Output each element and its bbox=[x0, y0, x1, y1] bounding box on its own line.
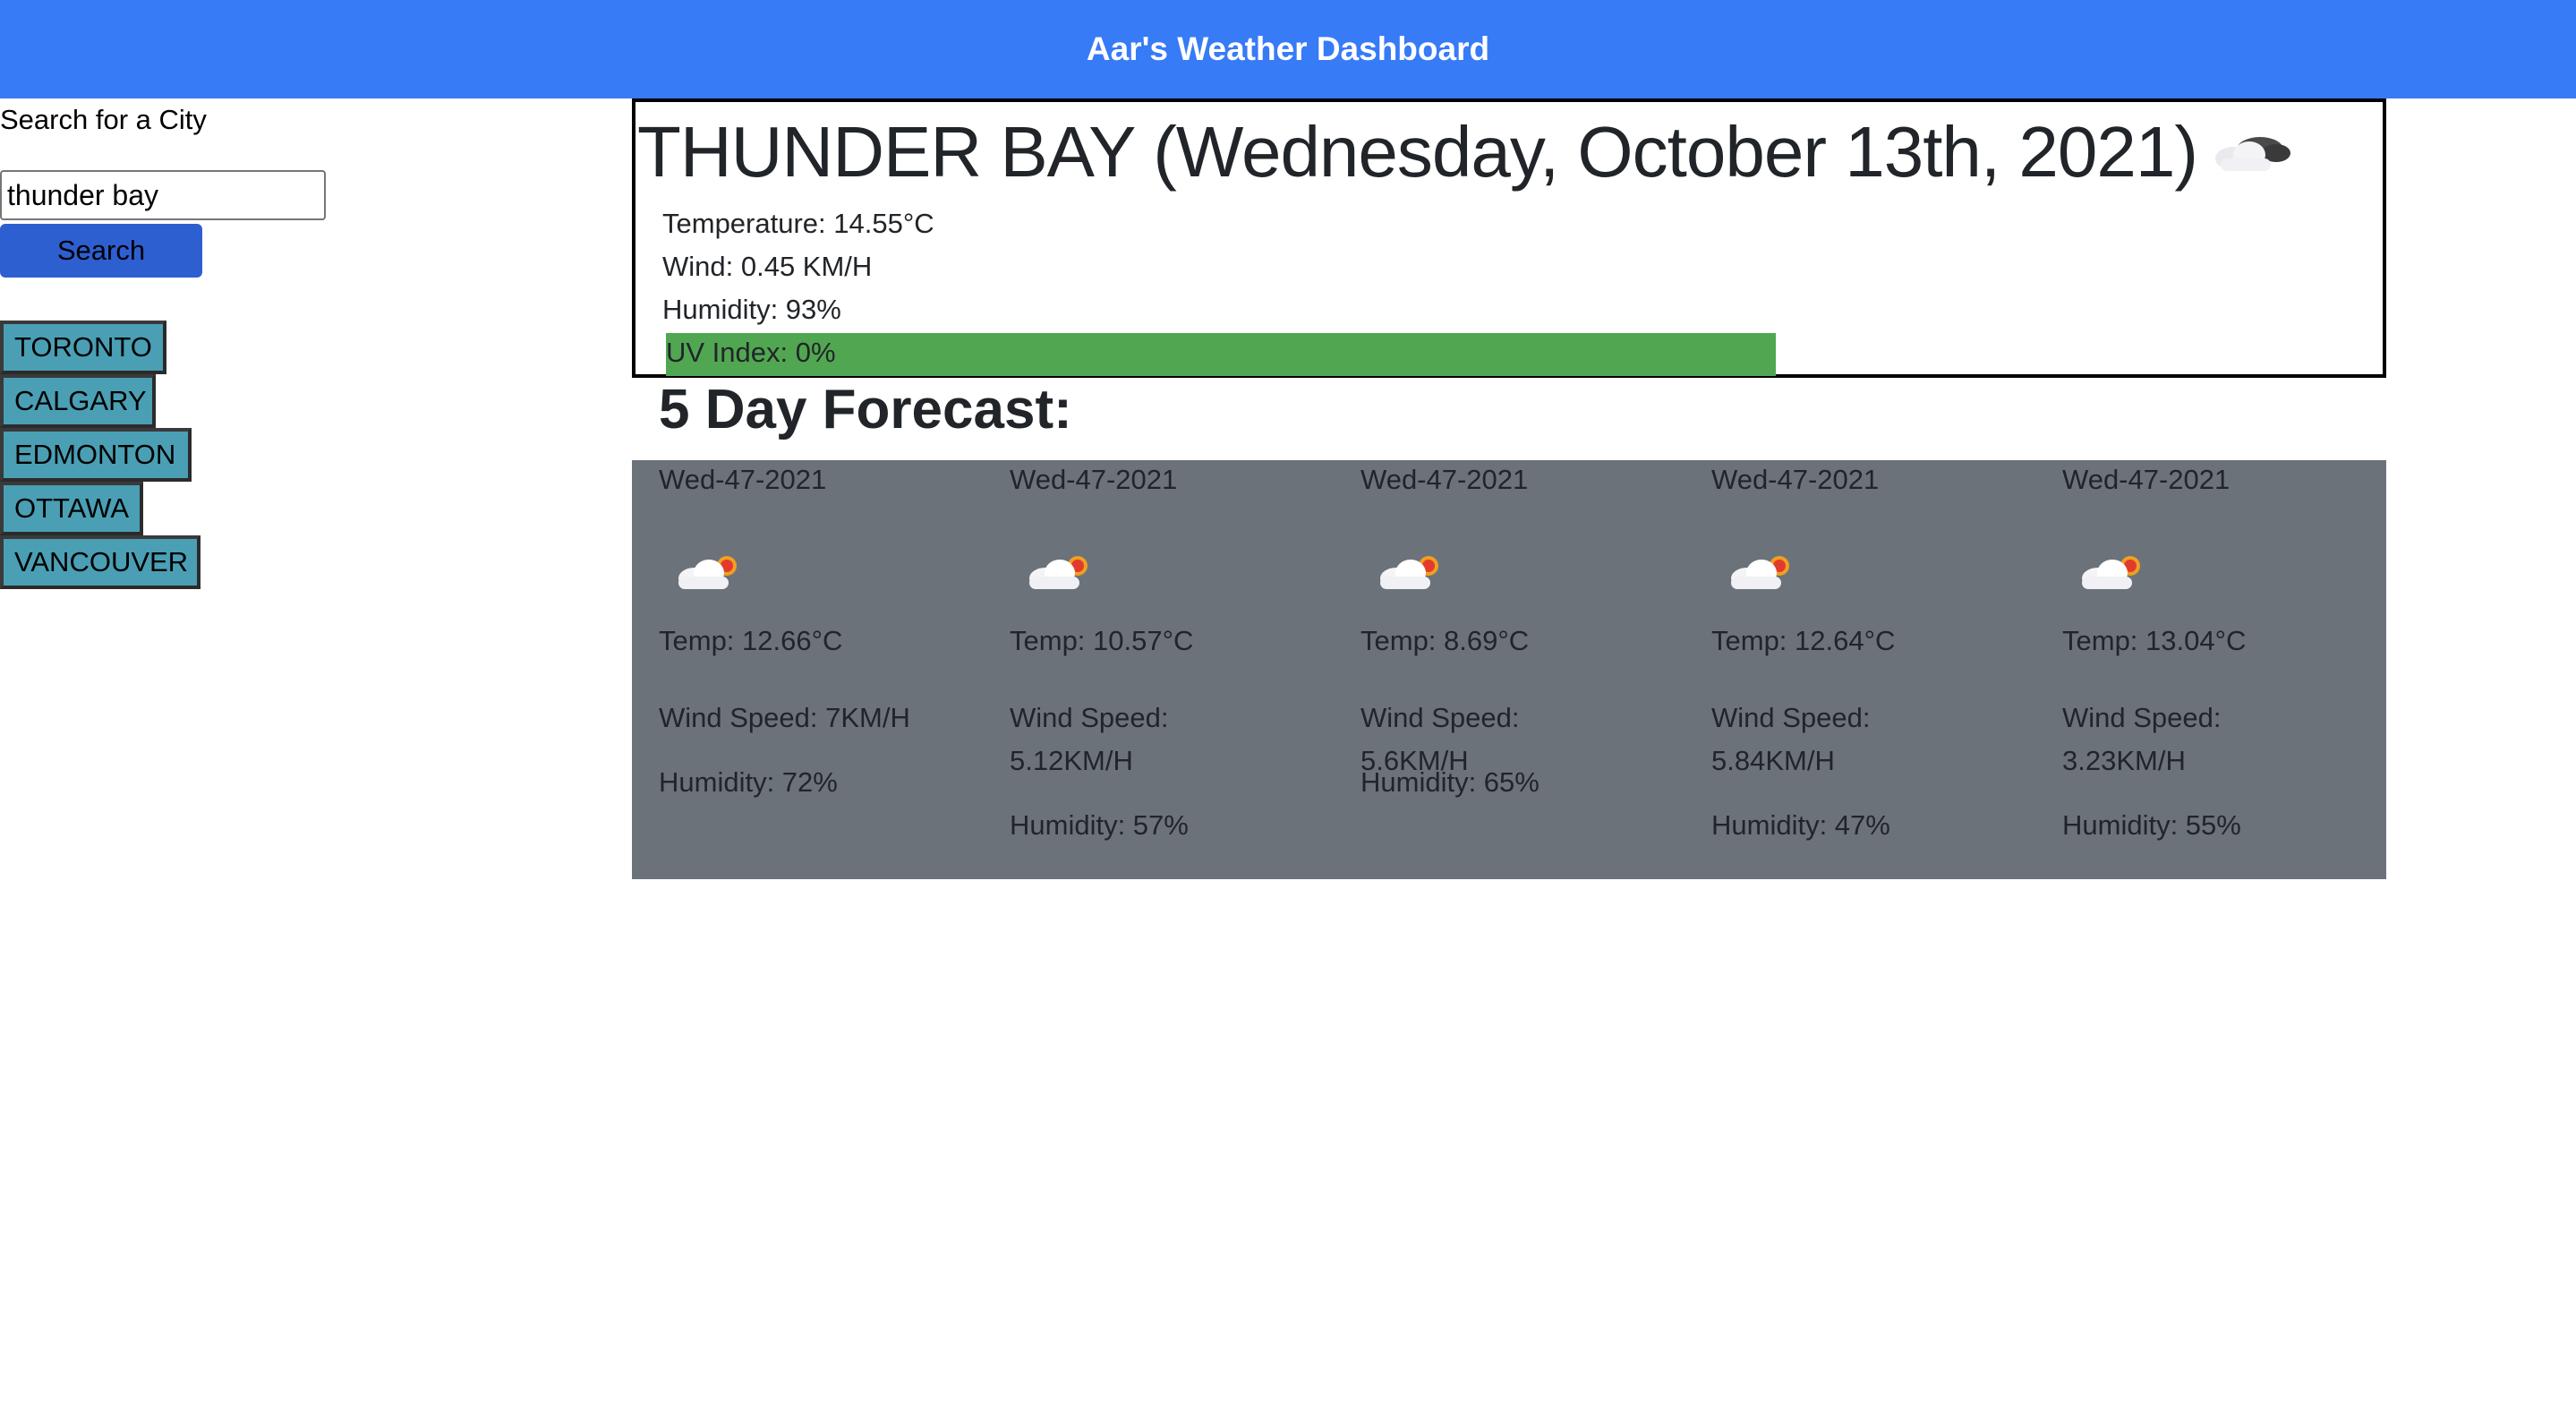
forecast-card: Wed-47-2021 Temp: 8.69°C Wind Speed: 5.6… bbox=[1334, 460, 1674, 879]
forecast-temp: Temp: 12.66°C bbox=[659, 625, 843, 656]
forecast-wind: Wind Speed: 5.84KM/H bbox=[1711, 702, 1871, 776]
history-button-toronto[interactable]: TORONTO bbox=[0, 321, 166, 374]
cloud-sun-icon bbox=[1724, 546, 1799, 601]
uv-index-text: UV Index: 0% bbox=[666, 337, 836, 368]
cloud-sun-icon bbox=[1022, 546, 1097, 601]
history-button-vancouver[interactable]: VANCOUVER bbox=[0, 535, 200, 589]
current-wind: Wind: 0.45 KM/H bbox=[662, 251, 873, 282]
app-header: Aar's Weather Dashboard bbox=[0, 0, 2576, 98]
forecast-date: Wed-47-2021 bbox=[1711, 464, 1880, 495]
current-temperature: Temperature: 14.55°C bbox=[662, 208, 934, 239]
cloud-icon bbox=[2206, 116, 2292, 199]
forecast-temp: Temp: 13.04°C bbox=[2062, 625, 2247, 656]
forecast-humidity: Humidity: 57% bbox=[1010, 809, 1189, 841]
forecast-date: Wed-47-2021 bbox=[659, 464, 827, 495]
search-history: TORONTO CALGARY EDMONTON OTTAWA VANCOUVE… bbox=[0, 321, 200, 589]
forecast-temp: Temp: 12.64°C bbox=[1711, 625, 1896, 656]
forecast-wind: Wind Speed: 3.23KM/H bbox=[2062, 702, 2222, 776]
forecast-panel: Wed-47-2021 Temp: 12.66°C Wind Speed: 7K… bbox=[632, 460, 2386, 879]
forecast-card: Wed-47-2021 Temp: 10.57°C Wind Speed: 5.… bbox=[983, 460, 1323, 879]
forecast-card: Wed-47-2021 Temp: 13.04°C Wind Speed: 3.… bbox=[2035, 460, 2376, 879]
current-humidity: Humidity: 93% bbox=[662, 294, 841, 325]
forecast-card: Wed-47-2021 Temp: 12.66°C Wind Speed: 7K… bbox=[632, 460, 972, 879]
uv-index-bar: UV Index: 0% bbox=[666, 333, 1776, 376]
forecast-date: Wed-47-2021 bbox=[1361, 464, 1529, 495]
forecast-humidity: Humidity: 65% bbox=[1361, 766, 1540, 798]
city-search-input[interactable] bbox=[0, 170, 326, 220]
cloud-sun-icon bbox=[1373, 546, 1448, 601]
forecast-humidity: Humidity: 72% bbox=[659, 766, 838, 798]
forecast-humidity: Humidity: 55% bbox=[2062, 809, 2241, 841]
forecast-wind: Wind Speed: 7KM/H bbox=[659, 702, 910, 733]
history-button-calgary[interactable]: CALGARY bbox=[0, 374, 156, 428]
search-label: Search for a City bbox=[0, 104, 207, 135]
cloud-sun-icon bbox=[2075, 546, 2150, 601]
forecast-temp: Temp: 8.69°C bbox=[1361, 625, 1530, 656]
forecast-temp: Temp: 10.57°C bbox=[1010, 625, 1194, 656]
current-weather-title: THUNDER BAY (Wednesday, October 13th, 20… bbox=[637, 111, 2292, 199]
history-button-ottawa[interactable]: OTTAWA bbox=[0, 482, 143, 535]
forecast-card: Wed-47-2021 Temp: 12.64°C Wind Speed: 5.… bbox=[1685, 460, 2025, 879]
city-date-heading: THUNDER BAY (Wednesday, October 13th, 20… bbox=[637, 112, 2198, 192]
history-button-edmonton[interactable]: EDMONTON bbox=[0, 428, 192, 482]
forecast-heading: 5 Day Forecast: bbox=[659, 379, 1072, 440]
app-title: Aar's Weather Dashboard bbox=[1086, 30, 1490, 67]
search-button[interactable]: Search bbox=[0, 224, 202, 278]
forecast-date: Wed-47-2021 bbox=[1010, 464, 1178, 495]
forecast-wind: Wind Speed: 5.12KM/H bbox=[1010, 702, 1169, 776]
forecast-humidity: Humidity: 47% bbox=[1711, 809, 1890, 841]
cloud-sun-icon bbox=[671, 546, 746, 601]
forecast-date: Wed-47-2021 bbox=[2062, 464, 2231, 495]
current-weather-card: THUNDER BAY (Wednesday, October 13th, 20… bbox=[632, 98, 2386, 378]
